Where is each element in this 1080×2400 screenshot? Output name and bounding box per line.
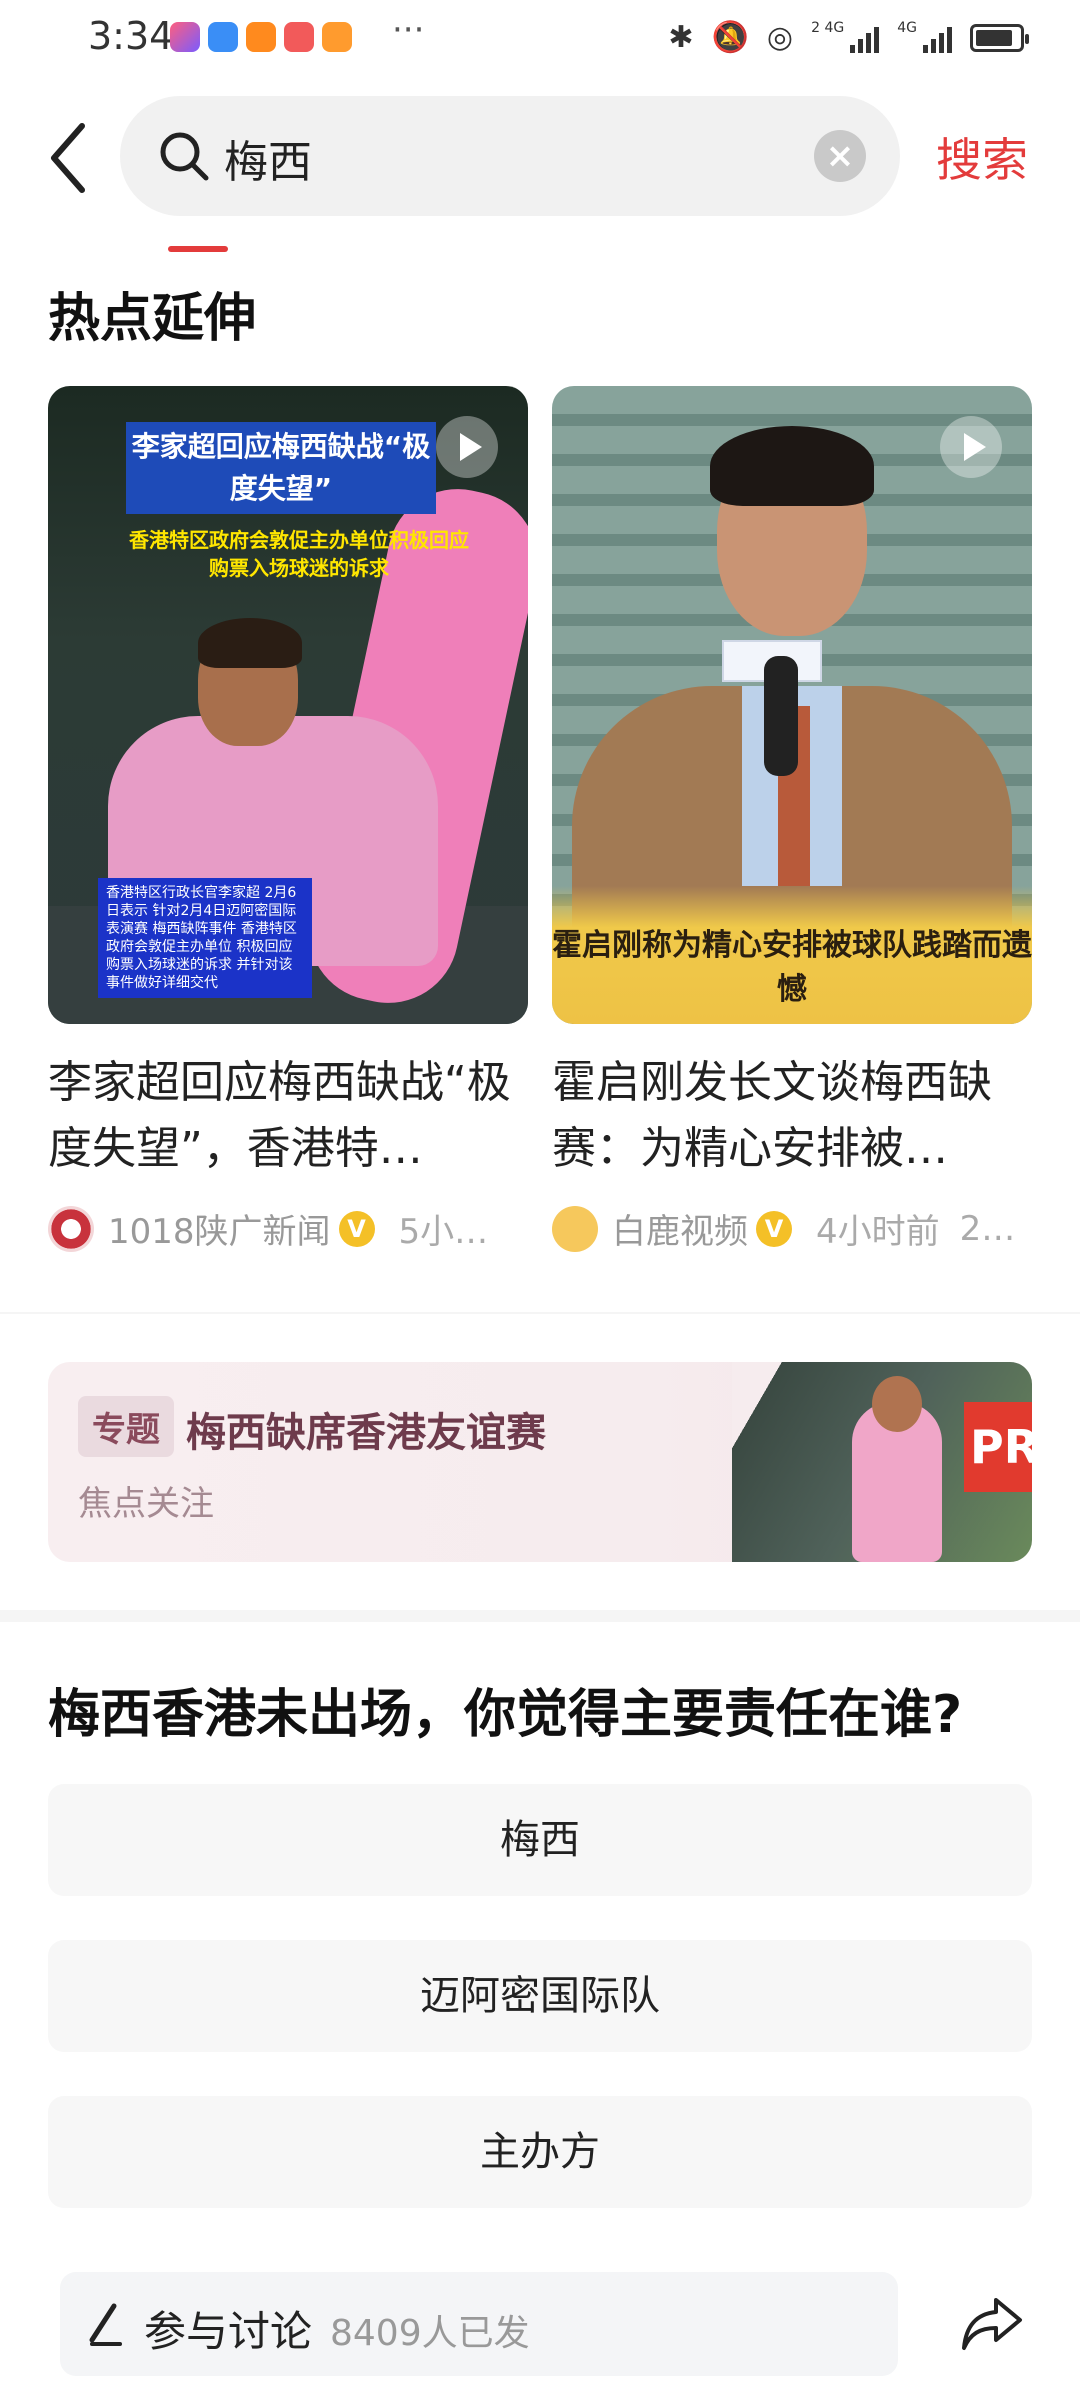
topic-figure	[872, 1376, 922, 1432]
thumbnail-microphone	[764, 656, 798, 776]
cloud-notification-icon	[208, 22, 238, 52]
card-title[interactable]: 霍启刚发长文谈梅西缺赛：为精心安排被…	[552, 1050, 1032, 1182]
card-meta: 白鹿视频 V 4小时前 2…	[552, 1204, 1032, 1253]
topic-subtitle: 焦点关注	[78, 1484, 214, 1524]
mute-icon: 🔕	[711, 20, 749, 55]
back-icon	[51, 123, 85, 193]
search-box[interactable]: 梅西 ×	[120, 96, 900, 216]
taobao-notification-icon	[246, 22, 276, 52]
source-avatar	[48, 1205, 94, 1252]
discuss-count: 8409人已发	[330, 2313, 530, 2354]
thumbnail-caption: 香港特区行政长官李家超 2月6日表示 针对2月4日迈阿密国际表演赛 梅西缺阵事件…	[98, 878, 312, 998]
book-notification-icon	[284, 22, 314, 52]
video-thumbnail[interactable]: 李家超回应梅西缺战“极度失望” 香港特区政府会敦促主办单位积极回应购票入场球迷的…	[48, 386, 528, 1024]
poll-option[interactable]: 迈阿密国际队	[48, 1940, 1032, 2052]
app-notification-icon	[170, 22, 200, 52]
discuss-input[interactable]: 参与讨论 8409人已发	[60, 2272, 898, 2376]
news-card[interactable]: 霍启刚称为精心安排被球队践踏而遗憾 霍启刚发长文谈梅西缺赛：为精心安排被… 白鹿…	[552, 386, 1032, 1253]
topic-title: 梅西缺席香港友谊赛	[186, 1410, 546, 1456]
verified-icon: V	[756, 1210, 792, 1247]
play-icon[interactable]	[436, 416, 498, 478]
topic-board-text: PR	[964, 1402, 1032, 1492]
hotspot-icon: ◎	[766, 20, 794, 55]
section-divider	[0, 1610, 1080, 1622]
section-title: 热点延伸	[48, 289, 257, 349]
battery-icon	[970, 23, 1029, 52]
status-bar: 3:34 ··· ✱ 🔕 ◎ 2 4G 4G	[0, 0, 1080, 80]
search-button[interactable]: 搜索	[936, 124, 1028, 190]
notification-icons	[170, 22, 352, 52]
source-avatar	[552, 1205, 598, 1252]
clock: 3:34	[88, 14, 174, 58]
battery-level	[976, 29, 1012, 46]
tab-indicator	[168, 246, 228, 252]
divider	[0, 1312, 1080, 1314]
thumbnail-subtitle: 香港特区政府会敦促主办单位积极回应购票入场球迷的诉求	[129, 528, 469, 580]
meta-extra: 2…	[959, 1208, 1016, 1249]
video-thumbnail[interactable]: 霍启刚称为精心安排被球队践踏而遗憾	[552, 386, 1032, 1024]
search-icon	[160, 132, 209, 181]
thumbnail-caption: 霍启刚称为精心安排被球队践踏而遗憾	[552, 928, 1032, 1007]
network-type-1: 2 4G	[811, 20, 845, 36]
thumbnail-figure	[198, 618, 302, 668]
thumbnail-figure	[710, 426, 874, 506]
card-title[interactable]: 李家超回应梅西缺战“极度失望”，香港特…	[48, 1050, 528, 1182]
signal-icon-2	[923, 23, 952, 53]
play-icon[interactable]	[940, 416, 1002, 478]
search-input[interactable]: 梅西	[224, 126, 312, 190]
discuss-label: 参与讨论	[144, 2307, 313, 2356]
bluetooth-icon: ✱	[668, 20, 694, 55]
system-icons: ✱ 🔕 ◎ 2 4G 4G	[668, 20, 1029, 55]
share-icon[interactable]	[960, 2294, 1024, 2354]
more-notifications-icon: ···	[392, 10, 425, 50]
poll-question: 梅西香港未出场，你觉得主要责任在谁?	[48, 1685, 963, 1745]
poll-option[interactable]: 梅西	[48, 1784, 1032, 1896]
source-name: 1018陕广新闻	[108, 1212, 331, 1252]
publish-time: 4小时前	[816, 1212, 940, 1252]
topic-banner[interactable]: 专题 梅西缺席香港友谊赛 焦点关注 PR	[48, 1362, 1032, 1562]
topic-image: PR	[732, 1362, 1032, 1562]
video-notification-icon	[322, 22, 352, 52]
clear-icon[interactable]: ×	[814, 130, 866, 182]
poll-option[interactable]: 主办方	[48, 2096, 1032, 2208]
card-meta: 1018陕广新闻 V 5小…	[48, 1204, 528, 1253]
signal-icon-1	[850, 23, 880, 53]
topic-tag: 专题	[78, 1396, 174, 1457]
news-card[interactable]: 李家超回应梅西缺战“极度失望” 香港特区政府会敦促主办单位积极回应购票入场球迷的…	[48, 386, 528, 1253]
source-name: 白鹿视频	[612, 1212, 748, 1252]
verified-icon: V	[338, 1210, 375, 1247]
thumbnail-headline: 李家超回应梅西缺战“极度失望”	[126, 422, 436, 514]
network-type-2: 4G	[897, 20, 917, 36]
publish-time: 5小…	[398, 1212, 489, 1252]
pen-icon	[89, 2303, 122, 2346]
back-button[interactable]	[40, 118, 100, 198]
